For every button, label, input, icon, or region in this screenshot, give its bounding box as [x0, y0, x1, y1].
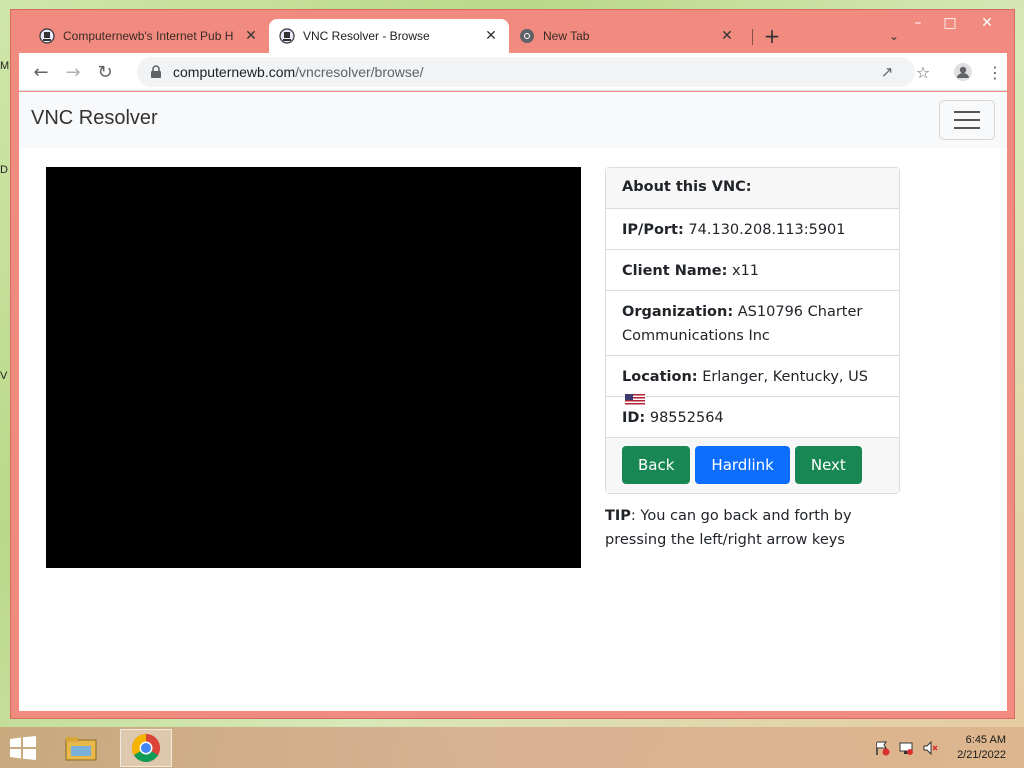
client-label: Client Name: — [622, 263, 728, 279]
desktop-icon-label: M — [0, 60, 10, 72]
system-clock[interactable]: 6:45 AM 2/21/2022 — [957, 733, 1006, 763]
windows-start-icon[interactable] — [8, 736, 38, 760]
tip-text: TIP: You can go back and forth by pressi… — [605, 504, 865, 552]
card-header: About this VNC: — [606, 168, 899, 209]
vnc-info-card: About this VNC: IP/Port: 74.130.208.113:… — [605, 167, 900, 494]
tip-body: : You can go back and forth by pressing … — [605, 508, 852, 548]
browser-toolbar: ← → ↻ computernewb.com/vncresolver/brows… — [19, 53, 1007, 91]
url-host: computernewb.com — [173, 64, 296, 80]
computernewb-icon — [279, 28, 295, 44]
back-arrow-icon[interactable]: ← — [27, 58, 55, 86]
ip-port-row: IP/Port: 74.130.208.113:5901 — [606, 209, 899, 250]
close-tab-icon[interactable]: ✕ — [243, 28, 259, 44]
new-tab-button[interactable]: + — [759, 23, 785, 49]
desktop-icon-label: D — [0, 164, 8, 176]
close-tab-icon[interactable]: ✕ — [483, 28, 499, 44]
share-icon[interactable]: ↗ — [873, 58, 901, 86]
url-text: computernewb.com/vncresolver/browse/ — [173, 64, 424, 80]
tab-new-tab[interactable]: New Tab ✕ — [509, 19, 745, 53]
page-content: VNC Resolver About this VNC: IP/Port: 74… — [19, 92, 1007, 711]
action-center-flag-icon[interactable] — [874, 740, 890, 756]
ip-label: IP/Port: — [622, 222, 684, 238]
tip-label: TIP — [605, 508, 631, 524]
close-tab-icon[interactable]: ✕ — [719, 28, 735, 44]
site-brand[interactable]: VNC Resolver — [31, 107, 158, 130]
clock-time: 6:45 AM — [965, 734, 1006, 746]
computernewb-icon — [39, 28, 55, 44]
forward-arrow-icon[interactable]: → — [59, 58, 87, 86]
id-row: ID: 98552564 — [606, 397, 899, 438]
org-label: Organization: — [622, 304, 734, 320]
hamburger-menu-icon[interactable] — [939, 100, 995, 140]
tab-strip: Computernewb's Internet Pub H ✕ VNC Reso… — [19, 19, 1014, 53]
tab-vnc-resolver[interactable]: VNC Resolver - Browse ✕ — [269, 19, 509, 53]
site-navbar: VNC Resolver — [19, 92, 1007, 148]
hardlink-button[interactable]: Hardlink — [695, 446, 790, 484]
tab-title: VNC Resolver - Browse — [303, 29, 430, 43]
id-label: ID: — [622, 410, 646, 426]
location-value: Erlanger, Kentucky, US — [702, 369, 868, 385]
us-flag-icon — [625, 390, 645, 406]
tab-title: New Tab — [543, 29, 590, 43]
organization-row: Organization: AS10796 Charter Communicat… — [606, 291, 899, 356]
file-explorer-icon[interactable] — [58, 729, 104, 767]
network-icon[interactable] — [898, 740, 914, 756]
address-bar[interactable]: computernewb.com/vncresolver/browse/ ↗ — [137, 57, 915, 87]
tab-search-chevron-icon[interactable]: ⌄ — [881, 23, 907, 49]
tab-separator — [752, 29, 753, 45]
id-value: 98552564 — [649, 410, 724, 426]
taskbar: 6:45 AM 2/21/2022 — [0, 727, 1024, 768]
clock-date: 2/21/2022 — [957, 749, 1006, 761]
chrome-taskbar-icon[interactable] — [120, 729, 172, 767]
next-button[interactable]: Next — [794, 446, 862, 484]
menu-kebab-icon[interactable]: ⋮ — [981, 58, 1009, 86]
url-path: /vncresolver/browse/ — [295, 64, 424, 80]
bookmark-star-icon[interactable]: ☆ — [909, 58, 937, 86]
ip-value: 74.130.208.113:5901 — [688, 222, 846, 238]
chrome-icon — [519, 28, 535, 44]
lock-icon — [149, 65, 163, 79]
location-label: Location: — [622, 369, 698, 385]
client-name-row: Client Name: x11 — [606, 250, 899, 291]
tab-computernewb-pub[interactable]: Computernewb's Internet Pub H ✕ — [29, 19, 269, 53]
browser-window: – □ ✕ Computernewb's Internet Pub H ✕ VN… — [10, 9, 1015, 719]
client-value: x11 — [732, 263, 760, 279]
reload-icon[interactable]: ↻ — [91, 58, 119, 86]
location-row: Location: Erlanger, Kentucky, US — [606, 356, 899, 406]
profile-avatar-icon[interactable] — [949, 58, 977, 86]
card-footer: Back Hardlink Next — [606, 438, 899, 493]
back-button[interactable]: Back — [622, 446, 691, 484]
vnc-screenshot — [46, 167, 581, 568]
desktop-icon-label: V — [0, 370, 8, 382]
tab-title: Computernewb's Internet Pub H — [63, 29, 234, 43]
volume-muted-icon[interactable] — [922, 740, 938, 756]
